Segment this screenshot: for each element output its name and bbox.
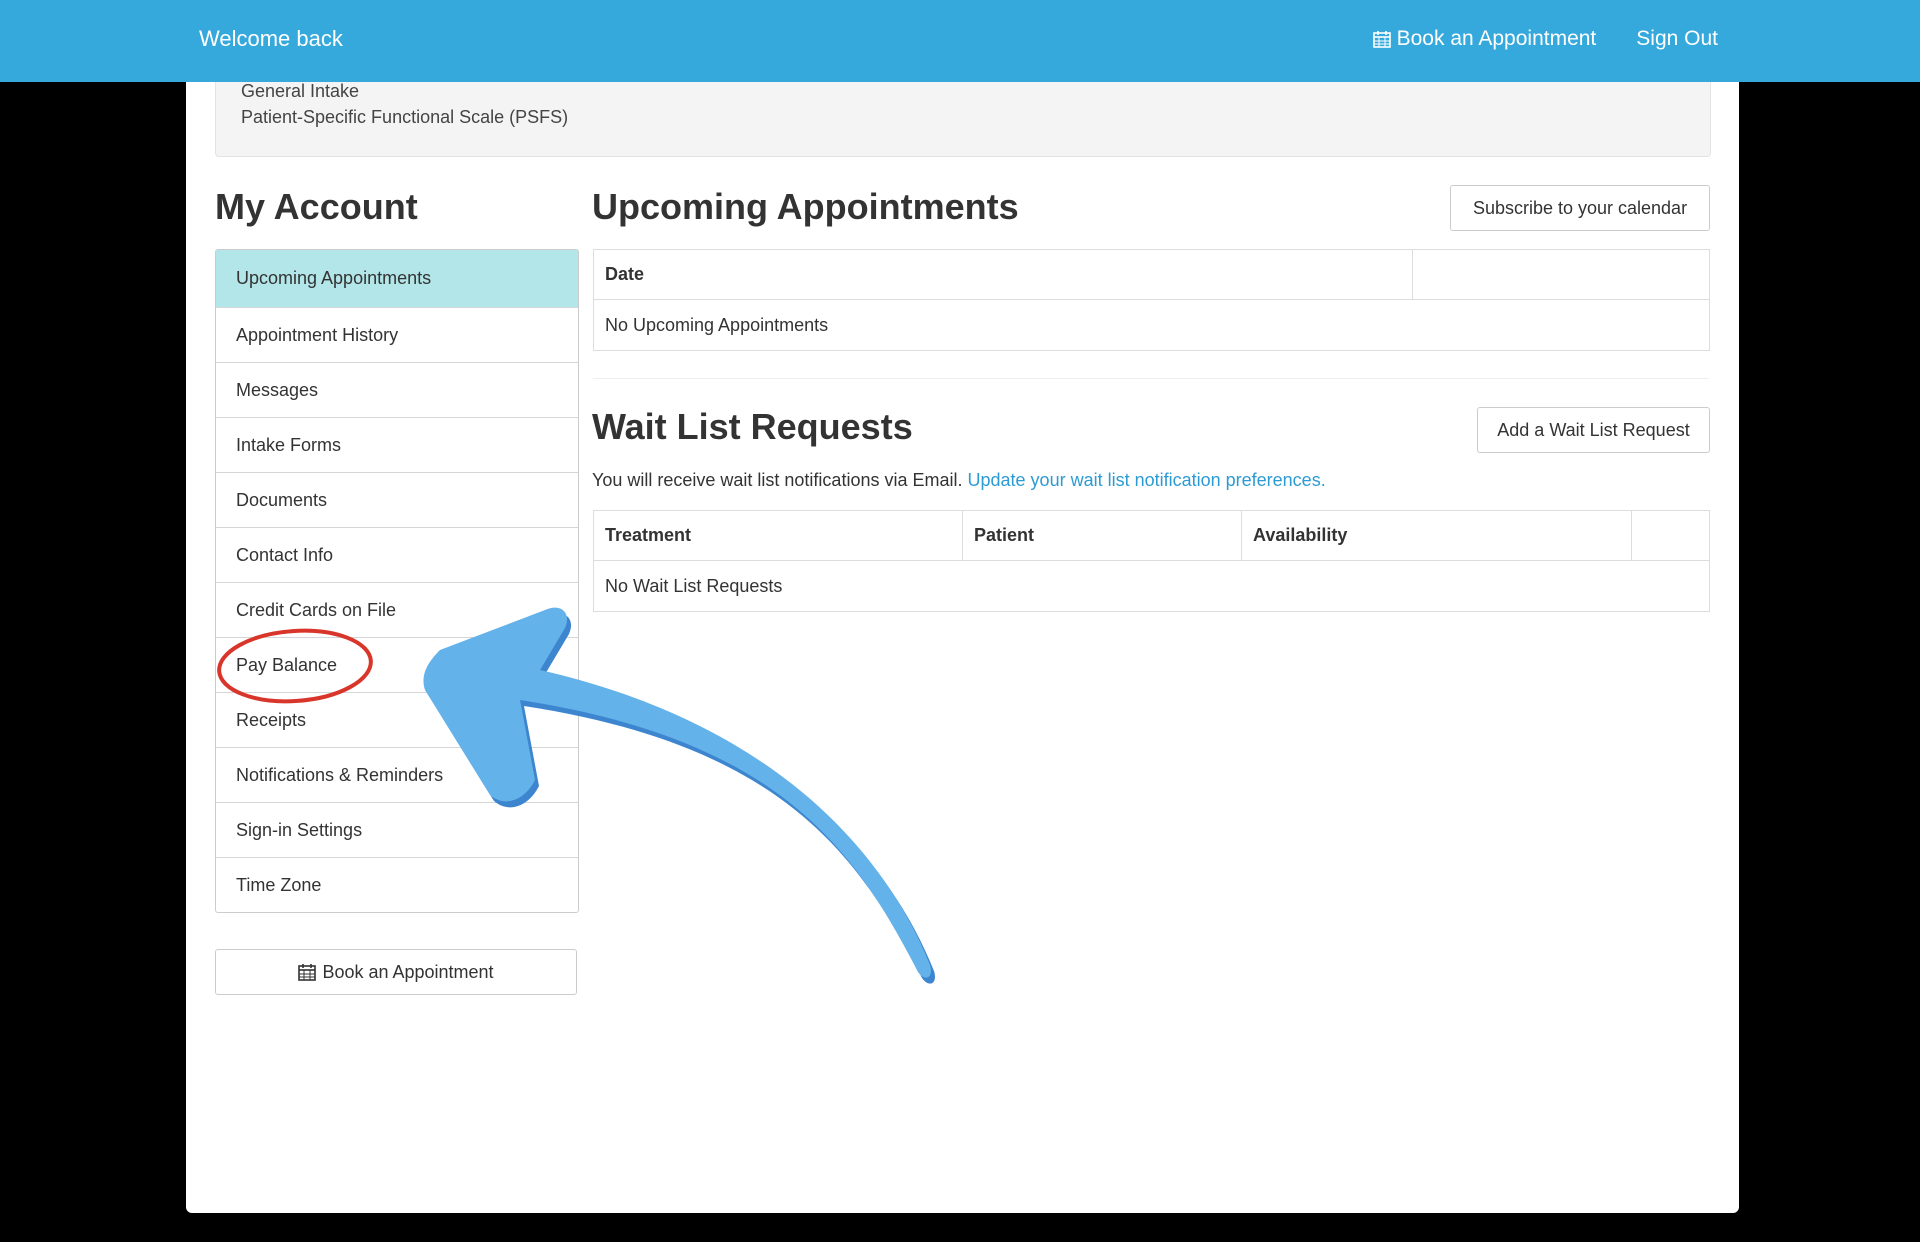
book-appointment-button[interactable]: Book an Appointment [215,949,577,995]
table-row: No Upcoming Appointments [593,299,1710,351]
column-header-treatment: Treatment [593,510,963,561]
wait-list-note-text: You will receive wait list notifications… [592,470,963,490]
wait-list-title: Wait List Requests [592,406,913,447]
my-account-title: My Account [215,186,418,227]
wait-list-table: Treatment Patient Availability No Wait L… [593,510,1710,612]
welcome-text: Welcome back [199,26,343,51]
table-header-row: Treatment Patient Availability [593,510,1710,561]
sidebar-item-contact-info[interactable]: Contact Info [216,527,578,582]
column-header-availability: Availability [1241,510,1632,561]
subscribe-calendar-button[interactable]: Subscribe to your calendar [1450,185,1710,231]
calendar-icon [1372,31,1391,48]
sign-out-link[interactable]: Sign Out [1636,24,1718,54]
sidebar-item-upcoming-appointments[interactable]: Upcoming Appointments [216,250,578,307]
sidebar-item-pay-balance[interactable]: Pay Balance [216,637,578,692]
sidebar-item-notifications[interactable]: Notifications & Reminders [216,747,578,802]
table-header-row: Date [593,249,1710,300]
column-header-date: Date [593,249,1413,300]
wait-list-preferences-link[interactable]: Update your wait list notification prefe… [968,470,1326,490]
form-item[interactable]: Patient-Specific Functional Scale (PSFS) [241,107,568,128]
calendar-icon [298,964,317,981]
sidebar-item-receipts[interactable]: Receipts [216,692,578,747]
sidebar-item-sign-in-settings[interactable]: Sign-in Settings [216,802,578,857]
wait-list-note: You will receive wait list notifications… [592,470,1326,491]
upcoming-appointments-title: Upcoming Appointments [592,186,1019,227]
sidebar-item-intake-forms[interactable]: Intake Forms [216,417,578,472]
form-item[interactable]: General Intake [241,81,359,102]
book-appointment-label: Book an Appointment [1396,27,1597,50]
sidebar-item-appointment-history[interactable]: Appointment History [216,307,578,362]
sidebar-item-credit-cards[interactable]: Credit Cards on File [216,582,578,637]
intake-forms-box: General Intake Patient-Specific Function… [215,81,1711,157]
empty-message: No Upcoming Appointments [593,299,1710,351]
sidebar-item-documents[interactable]: Documents [216,472,578,527]
main-page: General Intake Patient-Specific Function… [186,81,1739,1213]
sidebar-item-time-zone[interactable]: Time Zone [216,857,578,912]
add-wait-list-button[interactable]: Add a Wait List Request [1477,407,1710,453]
column-header-patient: Patient [962,510,1242,561]
empty-message: No Wait List Requests [593,560,1710,612]
column-header-actions [1631,510,1710,561]
top-navbar: Welcome back Book an Appointment Sign Ou… [0,0,1920,82]
table-row: No Wait List Requests [593,560,1710,612]
top-nav: Book an Appointment Sign Out [1372,24,1718,54]
upcoming-appointments-table: Date No Upcoming Appointments [593,249,1710,351]
account-menu: Upcoming Appointments Appointment Histor… [215,249,579,913]
book-appointment-link[interactable]: Book an Appointment [1372,24,1597,54]
book-appointment-button-label: Book an Appointment [322,961,494,982]
column-header-actions [1412,249,1710,300]
sidebar-item-messages[interactable]: Messages [216,362,578,417]
section-divider [593,378,1709,379]
